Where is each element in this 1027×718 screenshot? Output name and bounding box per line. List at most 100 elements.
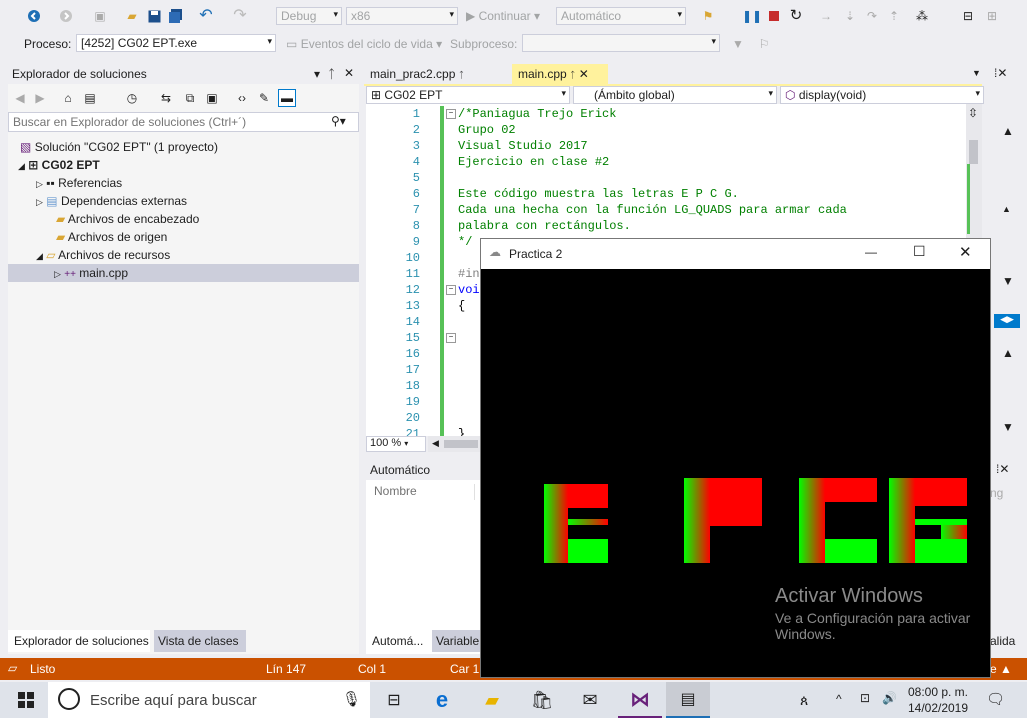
microphone-icon[interactable]: 🎙 bbox=[342, 690, 361, 708]
pending-changes-icon[interactable]: ◷ bbox=[124, 90, 140, 106]
step-out-icon[interactable]: ⇡ bbox=[886, 8, 902, 24]
thread-dropdown[interactable]: ▾ bbox=[522, 34, 720, 52]
tree-external-deps[interactable]: ▷ ▤ Dependencias externas bbox=[36, 192, 187, 210]
search-icon[interactable]: ⚲▾ bbox=[331, 114, 346, 128]
forward-icon[interactable]: ▶ bbox=[32, 90, 48, 106]
edge-icon[interactable]: e bbox=[420, 682, 464, 718]
close-icon[interactable]: ✕ bbox=[959, 243, 972, 261]
platform-dropdown[interactable]: x86 ▾ bbox=[346, 7, 458, 25]
taskbar-search[interactable]: Escribe aquí para buscar 🎙 bbox=[48, 682, 370, 718]
network-icon[interactable]: ⊡ bbox=[860, 691, 870, 705]
people-icon[interactable]: ጰ bbox=[800, 692, 808, 709]
tab-main-cpp[interactable]: main.cpp ᛏ ✕ bbox=[512, 64, 608, 84]
right-scroll-up-icon[interactable]: ▲ bbox=[1002, 124, 1014, 138]
auto-dropdown[interactable]: Automático ▾ bbox=[556, 7, 686, 25]
status-publish-icon[interactable]: e ▲ bbox=[990, 662, 1012, 676]
autos-tab[interactable]: Automá... bbox=[366, 630, 428, 652]
back-icon[interactable] bbox=[26, 8, 42, 24]
start-button[interactable] bbox=[4, 682, 48, 718]
split-icon[interactable]: ⇳ bbox=[968, 106, 978, 120]
show-next-statement-icon[interactable]: → bbox=[818, 8, 834, 24]
pause-icon[interactable]: ❚❚ bbox=[742, 8, 762, 24]
switch-views-icon[interactable]: ▤ bbox=[82, 90, 98, 106]
nav-project-dropdown[interactable]: ⊞ CG02 EPT ▾ bbox=[366, 86, 570, 104]
right-scroll-nav[interactable]: ◀▶ bbox=[994, 314, 1020, 328]
outline-collapse-2[interactable]: − bbox=[446, 285, 456, 295]
thread-icon[interactable]: ⁂ bbox=[914, 8, 930, 24]
file-explorer-icon[interactable]: ▰ bbox=[470, 682, 514, 718]
tree-solution[interactable]: ▧ Solución "CG02 EPT" (1 proyecto) bbox=[20, 138, 218, 156]
class-view-tab[interactable]: Vista de clases bbox=[154, 630, 246, 652]
maximize-icon[interactable]: ☐ bbox=[913, 243, 926, 260]
store-icon[interactable]: 🛍 bbox=[520, 682, 564, 718]
step-over-icon[interactable]: ↷ bbox=[864, 8, 880, 24]
solution-search-input[interactable] bbox=[9, 113, 327, 131]
autos-column-name[interactable]: Nombre bbox=[374, 484, 475, 500]
locals-tab[interactable]: Variable bbox=[432, 630, 482, 652]
solution-explorer-tab[interactable]: Explorador de soluciones bbox=[8, 630, 150, 652]
tree-source-files[interactable]: ▰ Archivos de origen bbox=[56, 228, 167, 246]
show-hidden-icons[interactable]: ^ bbox=[836, 692, 842, 706]
step-into-icon[interactable]: ⇣ bbox=[842, 8, 858, 24]
process-dropdown[interactable]: [4252] CG02 EPT.exe ▾ bbox=[76, 34, 276, 52]
clock[interactable]: 08:00 p. m. 14/02/2019 bbox=[906, 684, 970, 716]
right-scroll-up-icon-3[interactable]: ▲ bbox=[1002, 346, 1014, 360]
back-icon[interactable]: ◀ bbox=[12, 90, 28, 106]
restart-icon[interactable]: ↻ bbox=[788, 7, 804, 24]
home-icon[interactable]: ⌂ bbox=[60, 90, 76, 106]
close-icon[interactable]: ✕ bbox=[344, 66, 354, 80]
lifecycle-events-button[interactable]: ▭ Eventos del ciclo de vida ▾ bbox=[286, 37, 442, 51]
solution-config-dropdown[interactable]: Debug ▾ bbox=[276, 7, 342, 25]
tree-references[interactable]: ▷ ▪▪ Referencias bbox=[36, 174, 122, 192]
open-folder-icon[interactable]: ▰ bbox=[124, 8, 140, 24]
undo-icon[interactable]: ↶ bbox=[198, 7, 214, 24]
task-view-button[interactable]: ⊟ bbox=[372, 682, 416, 718]
close-icon[interactable]: ✕ bbox=[579, 67, 589, 81]
hex-display-icon[interactable]: ⊟ bbox=[960, 8, 976, 24]
redo-icon[interactable]: ↷ bbox=[232, 7, 248, 24]
tab-main-prac2[interactable]: main_prac2.cpp ᛏ bbox=[364, 64, 506, 84]
scroll-left-icon[interactable]: ◀ bbox=[432, 438, 439, 449]
zoom-box[interactable]: 100 % ▾ bbox=[366, 436, 426, 452]
show-all-files-icon[interactable]: ▣ bbox=[204, 90, 220, 106]
tree-main-cpp[interactable]: ▷ ++ main.cpp bbox=[8, 264, 359, 282]
view-code-icon[interactable]: ‹› bbox=[234, 90, 250, 106]
tree-resource-files[interactable]: ◢ ▱ Archivos de recursos bbox=[36, 246, 170, 264]
continue-button[interactable]: ▶ Continuar ▾ bbox=[466, 9, 540, 23]
outline-collapse-3[interactable]: − bbox=[446, 333, 456, 343]
right-panel-close-icon[interactable]: ⁞✕ bbox=[996, 462, 1009, 476]
stop-icon[interactable] bbox=[766, 8, 782, 24]
outline-collapse-1[interactable]: − bbox=[446, 109, 456, 119]
opengl-app-icon[interactable]: ▤ bbox=[666, 682, 710, 718]
flag-icon[interactable]: ⚐ bbox=[756, 36, 772, 52]
comment-icon[interactable]: ⊞ bbox=[984, 8, 1000, 24]
pin-icon[interactable]: ᛏ bbox=[459, 70, 464, 80]
filter-icon[interactable]: ▼ bbox=[730, 36, 746, 52]
save-icon[interactable] bbox=[146, 8, 162, 24]
volume-icon[interactable]: 🔊 bbox=[882, 691, 897, 705]
right-scroll-down-icon[interactable]: ▼ bbox=[1002, 274, 1014, 288]
editor-hscroll[interactable]: ◀ bbox=[428, 436, 482, 452]
pin-icon[interactable]: ᛏ bbox=[570, 70, 575, 80]
editor-hscroll-thumb[interactable] bbox=[444, 440, 478, 448]
gl-titlebar[interactable]: ☁ Practica 2 — ☐ ✕ bbox=[481, 239, 990, 269]
save-all-icon[interactable] bbox=[168, 8, 184, 24]
right-scroll-up-icon-2[interactable]: ▲ bbox=[1002, 204, 1011, 214]
pin-icon[interactable]: ᛏ bbox=[328, 67, 335, 81]
new-project-icon[interactable]: ▣ bbox=[92, 8, 108, 24]
panel-menu-icon[interactable]: ▾ bbox=[314, 67, 320, 81]
tree-header-files[interactable]: ▰ Archivos de encabezado bbox=[56, 210, 199, 228]
nav-member-dropdown[interactable]: ⬡ display(void) ▾ bbox=[780, 86, 984, 104]
minimize-icon[interactable]: — bbox=[865, 245, 877, 259]
tree-project[interactable]: ◢ ⊞ CG02 EPT bbox=[18, 156, 100, 174]
forward-icon[interactable] bbox=[58, 8, 74, 24]
solution-search-box[interactable]: ⚲▾ bbox=[8, 112, 359, 132]
mail-icon[interactable]: ✉ bbox=[568, 682, 612, 718]
right-scroll-down-icon-2[interactable]: ▼ bbox=[1002, 420, 1014, 434]
sync-icon[interactable]: ⇆ bbox=[158, 90, 174, 106]
properties-icon[interactable]: ✎ bbox=[256, 90, 272, 106]
tab-overflow-icon[interactable]: ▼ bbox=[972, 68, 981, 78]
close-icon[interactable]: ⁞✕ bbox=[994, 66, 1007, 80]
nav-scope-dropdown[interactable]: (Ámbito global) ▾ bbox=[573, 86, 777, 104]
action-center-icon[interactable]: 🗨 bbox=[986, 690, 1005, 708]
